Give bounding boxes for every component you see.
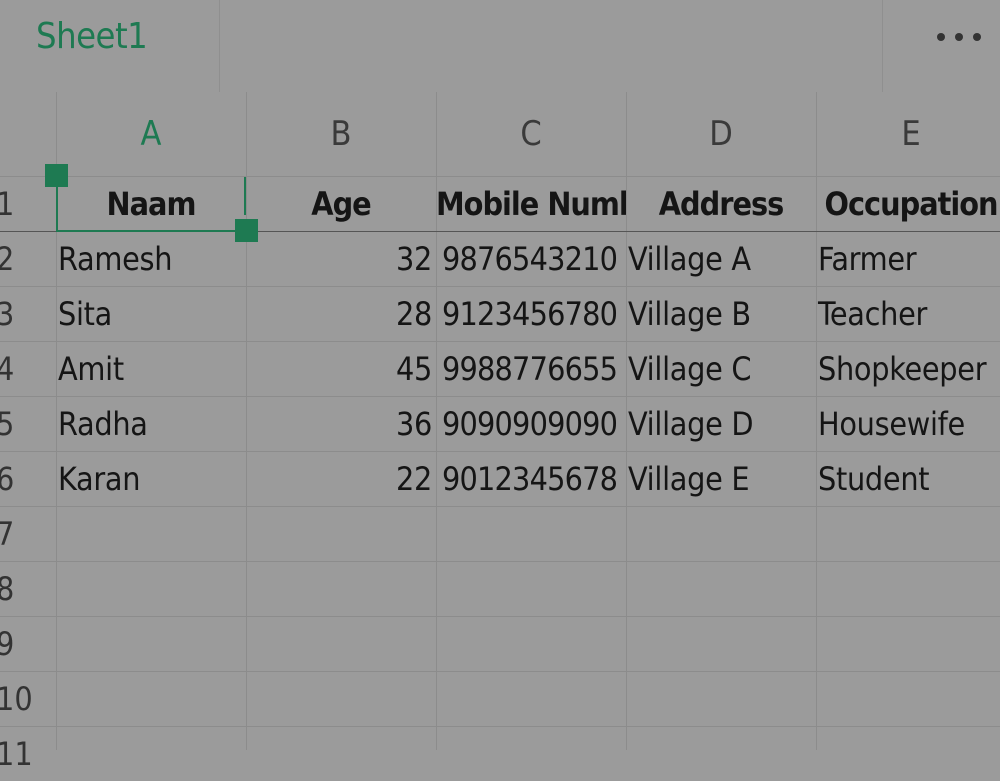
cell-d1[interactable]: Address <box>626 176 816 231</box>
row-header-10[interactable]: 10 <box>0 671 52 726</box>
tab-bar: Sheet1 <box>0 0 1000 92</box>
cell-selection-edge <box>244 177 246 215</box>
cell-e1[interactable]: Occupation <box>816 176 1000 231</box>
cell-b3[interactable]: 28 <box>246 286 436 341</box>
row-header-7[interactable]: 7 <box>0 506 52 561</box>
spreadsheet-grid: A B C D E 1 2 3 4 5 6 7 8 9 10 11 Naam A… <box>0 92 1000 773</box>
cell-c5[interactable]: 9090909090 <box>436 396 626 451</box>
column-header-a[interactable]: A <box>56 92 246 176</box>
row-header-3[interactable]: 3 <box>0 286 52 341</box>
column-header-e[interactable]: E <box>816 92 1000 176</box>
cell-d4[interactable]: Village C <box>626 341 816 396</box>
more-horizontal-icon <box>937 33 945 41</box>
cell-b1[interactable]: Age <box>246 176 436 231</box>
tab-divider <box>882 0 883 92</box>
cell-c3[interactable]: 9123456780 <box>436 286 626 341</box>
selection-handle-top-left[interactable] <box>45 164 68 187</box>
cell-c1[interactable]: Mobile Number <box>436 176 626 231</box>
cell-a5[interactable]: Radha <box>56 396 246 451</box>
grid-line <box>0 561 1000 562</box>
cell-e2[interactable]: Farmer <box>816 231 1000 286</box>
cell-a4[interactable]: Amit <box>56 341 246 396</box>
cell-a6[interactable]: Karan <box>56 451 246 506</box>
more-horizontal-icon <box>955 33 963 41</box>
row-header-6[interactable]: 6 <box>0 451 52 506</box>
row-header-4[interactable]: 4 <box>0 341 52 396</box>
cell-b2[interactable]: 32 <box>246 231 436 286</box>
cell-d6[interactable]: Village E <box>626 451 816 506</box>
cell-d5[interactable]: Village D <box>626 396 816 451</box>
row-header-8[interactable]: 8 <box>0 561 52 616</box>
column-header-b[interactable]: B <box>246 92 436 176</box>
cell-e4[interactable]: Shopkeeper <box>816 341 1000 396</box>
cell-a1[interactable]: Naam <box>56 176 246 231</box>
grid-line <box>0 726 1000 727</box>
selection-handle-bottom-right[interactable] <box>235 219 258 242</box>
cell-c6[interactable]: 9012345678 <box>436 451 626 506</box>
sheet-tab-label: Sheet1 <box>36 16 148 57</box>
row-header-5[interactable]: 5 <box>0 396 52 451</box>
cell-d2[interactable]: Village A <box>626 231 816 286</box>
cell-b4[interactable]: 45 <box>246 341 436 396</box>
row-header-2[interactable]: 2 <box>0 231 52 286</box>
cell-e6[interactable]: Student <box>816 451 1000 506</box>
row-header-11[interactable]: 11 <box>0 726 52 781</box>
column-header-d[interactable]: D <box>626 92 816 176</box>
grid-line <box>0 671 1000 672</box>
cell-b6[interactable]: 22 <box>246 451 436 506</box>
cell-a3[interactable]: Sita <box>56 286 246 341</box>
grid-line <box>0 616 1000 617</box>
cell-d3[interactable]: Village B <box>626 286 816 341</box>
cell-e5[interactable]: Housewife <box>816 396 1000 451</box>
column-header-c[interactable]: C <box>436 92 626 176</box>
cell-e3[interactable]: Teacher <box>816 286 1000 341</box>
more-options-button[interactable] <box>905 0 1000 92</box>
sheet-tab-sheet1[interactable]: Sheet1 <box>0 0 220 92</box>
cell-c2[interactable]: 9876543210 <box>436 231 626 286</box>
cell-b5[interactable]: 36 <box>246 396 436 451</box>
cell-a2[interactable]: Ramesh <box>56 231 246 286</box>
row-header-9[interactable]: 9 <box>0 616 52 671</box>
cell-c4[interactable]: 9988776655 <box>436 341 626 396</box>
more-horizontal-icon <box>973 33 981 41</box>
grid-line <box>0 506 1000 507</box>
